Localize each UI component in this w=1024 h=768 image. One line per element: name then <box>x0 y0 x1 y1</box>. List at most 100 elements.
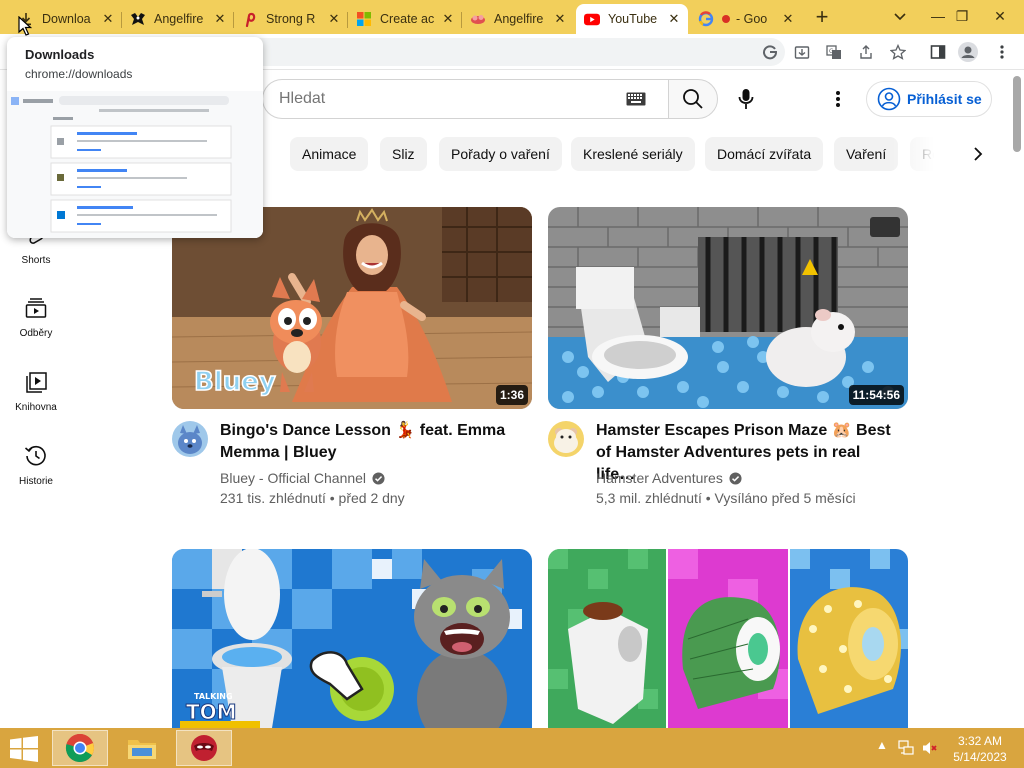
channel-avatar-bluey[interactable] <box>172 421 208 457</box>
nav-label: Knihovna <box>15 402 57 413</box>
clock-date: 5/14/2023 <box>953 750 1007 764</box>
channel-name[interactable]: Hamster Adventures <box>596 470 742 486</box>
toilet-paper-thumbnail-image <box>548 549 908 728</box>
chrome-icon <box>65 733 94 763</box>
library-icon <box>26 372 47 393</box>
network-icon[interactable] <box>898 740 914 756</box>
tab-strong-r[interactable]: Strong R ✕ <box>234 4 348 34</box>
sign-in-label: Přihlásit se <box>907 91 982 107</box>
channel-avatar-hamster[interactable] <box>548 421 584 457</box>
taskbar-chrome[interactable] <box>52 730 108 766</box>
close-tab-icon[interactable]: ✕ <box>100 11 116 27</box>
close-tab-icon[interactable]: ✕ <box>552 11 568 27</box>
chrome-menu-icon[interactable] <box>992 42 1012 62</box>
restore-button[interactable]: ❐ <box>950 4 974 28</box>
chip[interactable]: Vaření <box>834 137 899 171</box>
screen: { "browser": { "tabs": [ {"label": "Down… <box>0 0 1024 768</box>
side-panel-icon[interactable] <box>928 42 948 62</box>
search-input[interactable]: Hledat <box>279 80 325 118</box>
verified-badge-icon <box>372 471 385 485</box>
search-box[interactable]: Hledat <box>262 79 668 119</box>
close-window-button[interactable]: ✕ <box>988 4 1012 28</box>
minimize-button[interactable]: — <box>926 4 950 28</box>
tab-label: Downloa <box>42 12 91 26</box>
video-thumbnail-hamster[interactable]: 11:54:56 <box>548 207 908 409</box>
nav-item-history[interactable]: Historie <box>0 444 72 487</box>
search-icon <box>683 89 703 109</box>
chip[interactable]: Pořady o vaření <box>439 137 562 171</box>
tray-overflow-icon[interactable]: ▲ <box>876 738 888 752</box>
share-icon[interactable] <box>856 42 876 62</box>
taskbar-app-red[interactable] <box>176 730 232 766</box>
chip[interactable]: Animace <box>290 137 369 171</box>
close-tab-icon[interactable]: ✕ <box>212 11 228 27</box>
tab-angelfire-1[interactable]: Angelfire ✕ <box>122 4 234 34</box>
windows-taskbar: ▲ 3:32 AM 5/14/2023 <box>0 728 1024 768</box>
bookmark-star-icon[interactable] <box>888 42 908 62</box>
nav-item-library[interactable]: Knihovna <box>0 370 72 413</box>
sign-in-button[interactable]: Přihlásit se <box>866 81 992 117</box>
subscriptions-icon <box>25 298 47 318</box>
close-tab-icon[interactable]: ✕ <box>780 11 796 27</box>
close-tab-icon[interactable]: ✕ <box>326 11 342 27</box>
settings-menu-button[interactable] <box>826 86 850 112</box>
chip[interactable]: Kreslené seriály <box>571 137 695 171</box>
chip-fade <box>892 137 952 171</box>
chip[interactable]: Domácí zvířata <box>705 137 824 171</box>
microphone-icon <box>738 89 754 109</box>
tab-create-account[interactable]: Create ac ✕ <box>348 4 462 34</box>
angelfire-icon <box>470 11 486 27</box>
page-scrollbar[interactable] <box>1010 70 1024 728</box>
youtube-icon <box>584 11 600 27</box>
video-duration: 1:36 <box>495 385 528 405</box>
chevron-right-icon <box>974 147 983 161</box>
video-title-line: Hamster Escapes Prison Maze 🐹 Best <box>596 422 891 439</box>
pinterest-icon <box>242 11 258 27</box>
channel-name[interactable]: Bluey - Official Channel <box>220 470 385 486</box>
svg-text:G: G <box>829 48 834 55</box>
nav-label: Shorts <box>21 255 51 266</box>
hamster-thumbnail-image <box>548 207 908 409</box>
google-lens-icon[interactable] <box>760 42 780 62</box>
video-duration: 11:54:56 <box>848 385 904 405</box>
video-title-line: Memma | Bluey <box>220 444 337 461</box>
tab-label: Strong R <box>266 12 316 26</box>
keyboard-icon[interactable] <box>626 92 646 106</box>
file-explorer-icon <box>128 740 156 759</box>
close-tab-icon[interactable]: ✕ <box>666 11 682 27</box>
chips-next-button[interactable] <box>966 142 990 166</box>
translate-icon[interactable]: G <box>824 42 844 62</box>
account-circle-icon <box>877 87 901 111</box>
angelfire-icon <box>130 11 146 27</box>
volume-muted-icon[interactable] <box>922 740 938 756</box>
install-download-icon[interactable] <box>792 42 812 62</box>
more-vert-icon <box>836 91 840 107</box>
video-meta: 5,3 mil. zhlédnutí • Vysíláno před 5 měs… <box>596 490 856 506</box>
system-clock[interactable]: 3:32 AM 5/14/2023 <box>948 733 1012 765</box>
video-thumbnail-tom[interactable]: TALKING TOM <box>172 549 532 728</box>
tab-youtube[interactable]: YouTube ✕ <box>576 4 688 34</box>
voice-search-button[interactable] <box>730 83 762 115</box>
category-chips: y Animace Sliz Pořady o vaření Kreslené … <box>172 137 952 171</box>
profile-avatar-icon[interactable] <box>958 42 978 62</box>
tab-angelfire-2[interactable]: Angelfire ✕ <box>462 4 574 34</box>
windows-start-icon[interactable] <box>10 736 38 762</box>
video-meta: 231 tis. zhlédnutí • před 2 dny <box>220 490 405 506</box>
new-tab-button[interactable]: + <box>810 6 834 30</box>
nav-item-subscriptions[interactable]: Odběry <box>0 296 72 339</box>
tab-search-button[interactable] <box>888 4 912 28</box>
search-button[interactable] <box>668 79 718 119</box>
downloads-page-preview <box>7 91 263 238</box>
tom-logo-text: TOM <box>186 700 237 724</box>
clock-time: 3:32 AM <box>957 734 1003 748</box>
video-title[interactable]: Bingo's Dance Lesson 💃 feat. Emma Memma … <box>220 420 520 464</box>
scrollbar-thumb[interactable] <box>1013 76 1021 152</box>
video-thumbnail-toilet-paper[interactable] <box>548 549 908 728</box>
taskbar-file-explorer[interactable] <box>114 730 170 766</box>
mouse-cursor-icon <box>18 16 32 36</box>
close-tab-icon[interactable]: ✕ <box>440 11 456 27</box>
recording-dot-icon <box>722 15 730 23</box>
chip[interactable]: Sliz <box>380 137 427 171</box>
tab-google[interactable]: - Goo ✕ <box>690 4 802 34</box>
tab-label: Angelfire <box>494 12 544 26</box>
